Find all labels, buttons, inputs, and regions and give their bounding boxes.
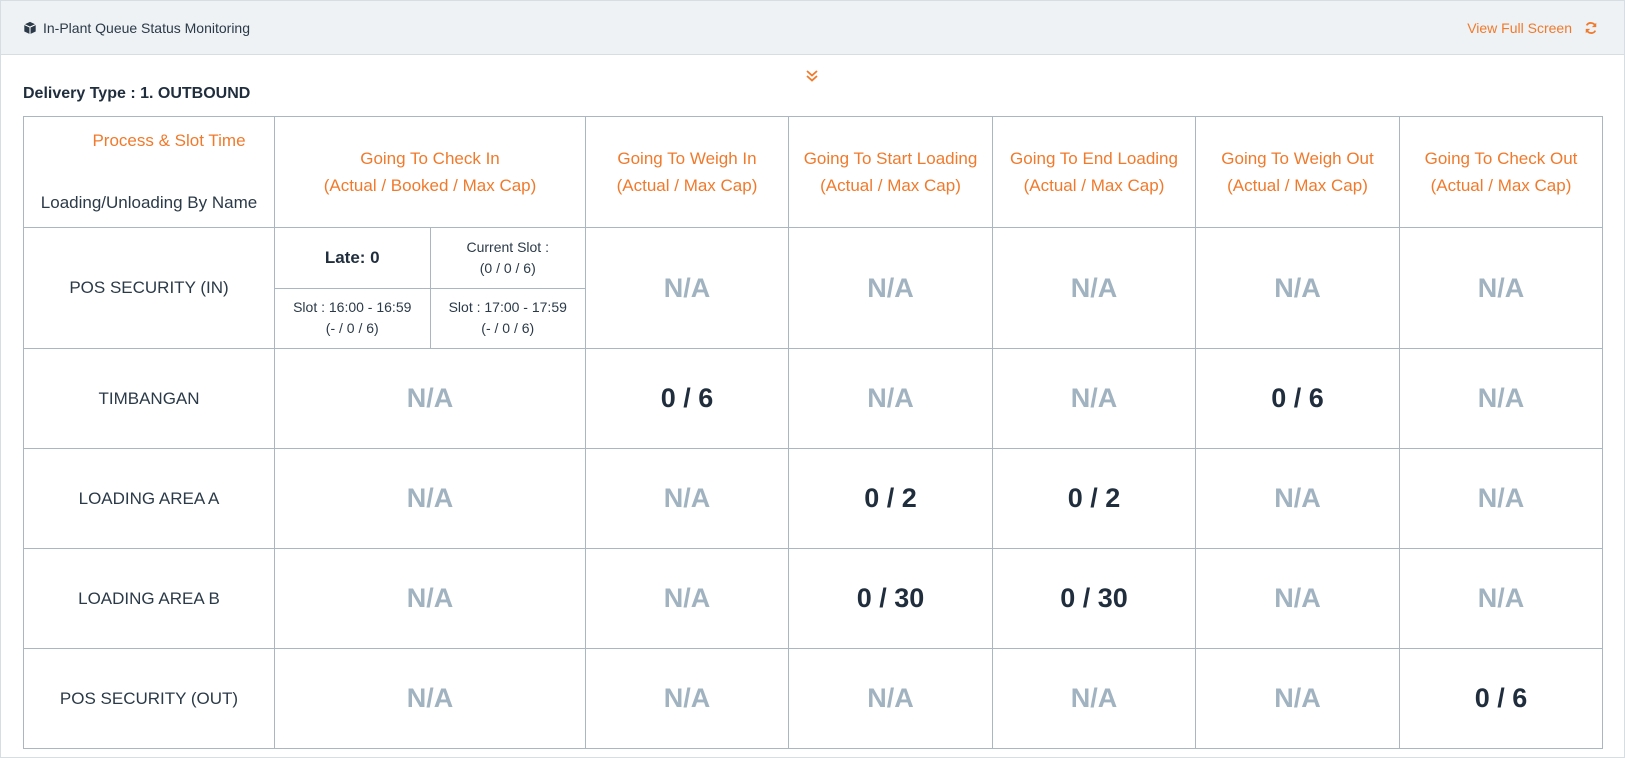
table-row: TIMBANGAN N/A 0 / 6 N/A N/A 0 / 6 N/A xyxy=(23,348,1603,449)
corner-header: Process & Slot Time Loading/Unloading By… xyxy=(23,116,275,228)
table-cell: N/A xyxy=(1399,548,1603,649)
table-cell: N/A xyxy=(788,348,993,449)
table-cell: N/A xyxy=(992,227,1196,349)
loading-unloading-label: Loading/Unloading By Name xyxy=(40,193,258,212)
table-cell: N/A xyxy=(788,648,993,749)
table-cell: 0 / 6 xyxy=(1399,648,1603,749)
table-cell: 0 / 2 xyxy=(788,448,993,549)
table-cell: N/A xyxy=(1195,227,1400,349)
slot-grid: Late: 0 Current Slot : (0 / 0 / 6) Slot … xyxy=(275,228,585,348)
slot-value: (- / 0 / 6) xyxy=(325,320,379,337)
row-name: TIMBANGAN xyxy=(23,348,275,449)
table-cell: 0 / 30 xyxy=(992,548,1196,649)
table-cell: 0 / 2 xyxy=(992,448,1196,549)
chevrons-down-icon[interactable] xyxy=(805,69,819,83)
row-name: POS SECURITY (IN) xyxy=(23,227,275,349)
column-header-title: Going To Check In xyxy=(360,149,500,168)
row-name: LOADING AREA B xyxy=(23,548,275,649)
column-header-subtitle: (Actual / Max Cap) xyxy=(820,176,961,195)
table-cell: N/A xyxy=(992,648,1196,749)
table-cell: N/A xyxy=(585,227,789,349)
queue-status-table: Process & Slot Time Loading/Unloading By… xyxy=(23,116,1603,749)
table-cell: N/A xyxy=(585,548,789,649)
slot-label: Slot : 16:00 - 16:59 xyxy=(293,299,412,316)
slot-17: Slot : 17:00 - 17:59 (- / 0 / 6) xyxy=(429,287,585,348)
column-header-subtitle: (Actual / Booked / Max Cap) xyxy=(323,176,537,195)
column-header-start-loading: Going To Start Loading (Actual / Max Cap… xyxy=(788,116,993,228)
table-cell: 0 / 6 xyxy=(585,348,789,449)
column-header-title: Going To Start Loading xyxy=(803,149,978,168)
table-cell: N/A xyxy=(1195,548,1400,649)
column-header-end-loading: Going To End Loading (Actual / Max Cap) xyxy=(992,116,1196,228)
column-header-subtitle: (Actual / Max Cap) xyxy=(1430,176,1572,195)
late-label: Late: 0 xyxy=(324,247,380,267)
panel-header: In-Plant Queue Status Monitoring View Fu… xyxy=(1,1,1624,55)
table-cell: N/A xyxy=(274,448,586,549)
queue-status-panel: In-Plant Queue Status Monitoring View Fu… xyxy=(0,0,1625,758)
slot-16: Slot : 16:00 - 16:59 (- / 0 / 6) xyxy=(275,287,431,348)
delivery-type-label: Delivery Type : 1. OUTBOUND xyxy=(23,85,251,102)
column-header-subtitle: (Actual / Max Cap) xyxy=(616,176,758,195)
column-header-title: Going To Weigh Out xyxy=(1221,149,1374,168)
table-cell: N/A xyxy=(1195,648,1400,749)
late-count: Late: 0 xyxy=(275,228,431,289)
table-row: POS SECURITY (IN) Late: 0 Current Slot :… xyxy=(23,227,1603,349)
slot-value: (- / 0 / 6) xyxy=(481,320,535,337)
table-cell: N/A xyxy=(1399,448,1603,549)
slot-breakdown-cell: Late: 0 Current Slot : (0 / 0 / 6) Slot … xyxy=(274,227,586,349)
table-cell: N/A xyxy=(274,348,586,449)
table-row: LOADING AREA A N/A N/A 0 / 2 0 / 2 N/A N… xyxy=(23,448,1603,549)
process-slot-time-label: Process & Slot Time xyxy=(92,131,246,150)
cube-icon xyxy=(24,21,36,34)
table-cell: N/A xyxy=(788,227,993,349)
column-header-check-out: Going To Check Out (Actual / Max Cap) xyxy=(1399,116,1603,228)
table-cell: N/A xyxy=(585,448,789,549)
column-header-title: Going To Check Out xyxy=(1424,149,1578,168)
table-cell: N/A xyxy=(585,648,789,749)
table-cell: N/A xyxy=(992,348,1196,449)
panel-title-group: In-Plant Queue Status Monitoring xyxy=(23,20,250,36)
column-header-title: Going To Weigh In xyxy=(617,149,757,168)
table-row: LOADING AREA B N/A N/A 0 / 30 0 / 30 N/A… xyxy=(23,548,1603,649)
column-header-title: Going To End Loading xyxy=(1010,149,1178,168)
table-cell: N/A xyxy=(1195,448,1400,549)
table-cell: N/A xyxy=(274,648,586,749)
current-slot: Current Slot : (0 / 0 / 6) xyxy=(429,228,585,289)
table-cell: 0 / 6 xyxy=(1195,348,1400,449)
row-name: LOADING AREA A xyxy=(23,448,275,549)
table-cell: N/A xyxy=(1399,227,1603,349)
slot-label: Slot : 17:00 - 17:59 xyxy=(448,299,567,316)
table-row: POS SECURITY (OUT) N/A N/A N/A N/A N/A 0… xyxy=(23,648,1603,749)
table-cell: 0 / 30 xyxy=(788,548,993,649)
column-header-check-in: Going To Check In (Actual / Booked / Max… xyxy=(274,116,586,228)
column-header-weigh-out: Going To Weigh Out (Actual / Max Cap) xyxy=(1195,116,1400,228)
refresh-icon[interactable] xyxy=(1584,21,1598,35)
column-header-subtitle: (Actual / Max Cap) xyxy=(1227,176,1368,195)
column-header-subtitle: (Actual / Max Cap) xyxy=(1023,176,1165,195)
panel-title: In-Plant Queue Status Monitoring xyxy=(43,19,251,36)
table-cell: N/A xyxy=(274,548,586,649)
table-header-row: Process & Slot Time Loading/Unloading By… xyxy=(23,116,1603,228)
view-full-screen-link[interactable]: View Full Screen xyxy=(1467,20,1572,36)
column-header-weigh-in: Going To Weigh In (Actual / Max Cap) xyxy=(585,116,789,228)
header-actions: View Full Screen xyxy=(1467,20,1598,36)
current-slot-value: (0 / 0 / 6) xyxy=(479,259,536,276)
table-cell: N/A xyxy=(1399,348,1603,449)
row-name: POS SECURITY (OUT) xyxy=(23,648,275,749)
current-slot-label: Current Slot : xyxy=(466,238,549,255)
